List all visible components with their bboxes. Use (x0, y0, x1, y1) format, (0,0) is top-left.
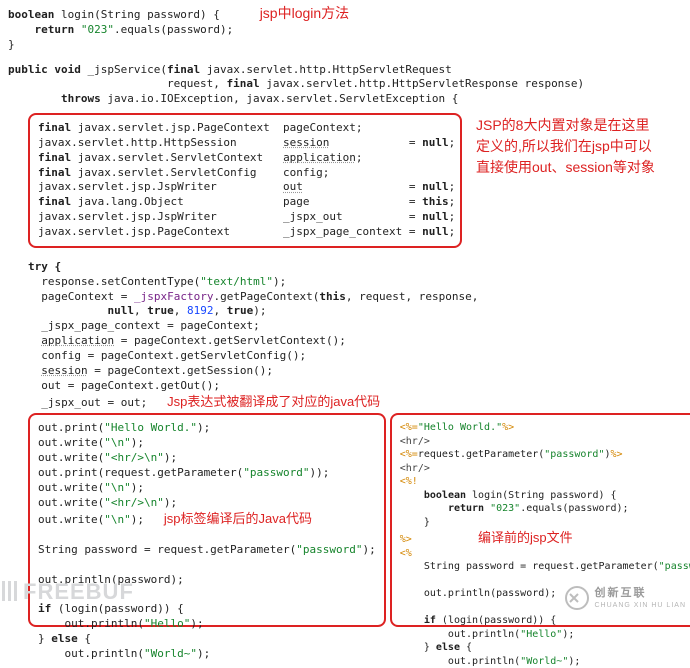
code-line: out.println("Hello"); (400, 628, 690, 642)
box-jsp-builtins: final javax.servlet.jsp.PageContext page… (28, 113, 462, 248)
code-line: final javax.servlet.jsp.PageContext page… (38, 121, 452, 136)
bars-icon (2, 581, 17, 601)
code-line: return "023".equals(password); (8, 23, 684, 38)
code-line: out.print(request.getParameter("password… (38, 466, 376, 481)
code-line: application = pageContext.getServletCont… (28, 334, 684, 349)
code-line: out = pageContext.getOut(); (28, 379, 684, 394)
code-line: boolean login(String password) { jsp中log… (8, 4, 684, 23)
code-line (38, 528, 376, 543)
code-line: <%! (400, 475, 690, 489)
annotation-builtins: JSP的8大内置对象是在这里 定义的,所以我们在jsp中可以 直接使用out、s… (476, 115, 690, 178)
code-line: out.write("\n"); (38, 436, 376, 451)
code-line: javax.servlet.http.HttpSession session =… (38, 136, 452, 151)
code-line: <hr/> (400, 462, 690, 476)
annotation-compiled-java: jsp标签编译后的Java代码 (164, 511, 312, 526)
logo-icon (564, 585, 590, 611)
code-line: _jspx_out = out; Jsp表达式被翻译成了对应的java代码 (28, 393, 684, 411)
code-line: String password = request.getParameter("… (38, 543, 376, 558)
code-line: _jspx_page_context = pageContext; (28, 319, 684, 334)
code-login-block: boolean login(String password) { jsp中log… (8, 4, 684, 53)
code-line: } (400, 516, 690, 530)
code-line (38, 558, 376, 573)
annotation-jsp-login: jsp中login方法 (260, 5, 349, 21)
code-line: } else { (400, 641, 690, 655)
code-line: null, true, 8192, true); (28, 304, 684, 319)
code-line: out.write("<hr/>\n"); (38, 451, 376, 466)
code-line: final javax.servlet.ServletContext appli… (38, 151, 452, 166)
code-line: request, final javax.servlet.http.HttpSe… (8, 77, 684, 92)
code-line: %> 编译前的jsp文件 (400, 529, 690, 547)
watermark-cn: 创新互联 (594, 586, 686, 601)
code-line: return "023".equals(password); (400, 502, 690, 516)
code-line: final java.lang.Object page = this; (38, 195, 452, 210)
code-try-block: try { response.setContentType("text/html… (28, 260, 684, 411)
annotation-line: JSP的8大内置对象是在这里 (476, 115, 690, 136)
code-line: response.setContentType("text/html"); (28, 275, 684, 290)
code-line: } (8, 38, 684, 53)
code-line: session = pageContext.getSession(); (28, 364, 684, 379)
code-line: config = pageContext.getServletConfig(); (28, 349, 684, 364)
code-line: <%="Hello World."%> (400, 421, 690, 435)
code-line: <% (400, 547, 690, 561)
code-line: javax.servlet.jsp.JspWriter out = null; (38, 180, 452, 195)
code-line: out.println("World~"); (400, 655, 690, 668)
code-jspservice-sig: public void _jspService(final javax.serv… (8, 63, 684, 108)
code-line: out.write("\n"); (38, 481, 376, 496)
annotation-line: 定义的,所以我们在jsp中可以 (476, 136, 690, 157)
code-line: try { (28, 260, 684, 275)
code-line: out.write("<hr/>\n"); (38, 496, 376, 511)
code-line: if (login(password)) { (400, 614, 690, 628)
code-line: String password = request.getParameter("… (400, 560, 690, 574)
code-line: <hr/> (400, 435, 690, 449)
code-line: public void _jspService(final javax.serv… (8, 63, 684, 78)
watermark-freebuf: FREEBUF (2, 577, 134, 607)
watermark-cxhl: 创新互联 CHUANG XIN HU LIAN (564, 585, 686, 611)
code-line: out.print("Hello World."); (38, 421, 376, 436)
code-line: } else { (38, 632, 376, 647)
code-line: javax.servlet.jsp.PageContext _jspx_page… (38, 225, 452, 240)
code-line: out.write("\n"); jsp标签编译后的Java代码 (38, 510, 376, 528)
code-line: out.println("World~"); (38, 647, 376, 662)
watermark-en: CHUANG XIN HU LIAN (594, 601, 686, 610)
annotation-expression: Jsp表达式被翻译成了对应的java代码 (167, 394, 380, 409)
code-line: final javax.servlet.ServletConfig config… (38, 166, 452, 181)
code-line: <%=request.getParameter("password")%> (400, 448, 690, 462)
code-line: boolean login(String password) { (400, 489, 690, 503)
code-line: out.println("Hello"); (38, 617, 376, 632)
annotation-source-jsp: 编译前的jsp文件 (478, 530, 573, 545)
annotation-line: 直接使用out、session等对象 (476, 157, 690, 178)
code-line: pageContext = _jspxFactory.getPageContex… (28, 290, 684, 305)
code-line: throws java.io.IOException, javax.servle… (8, 92, 684, 107)
code-line: javax.servlet.jsp.JspWriter _jspx_out = … (38, 210, 452, 225)
